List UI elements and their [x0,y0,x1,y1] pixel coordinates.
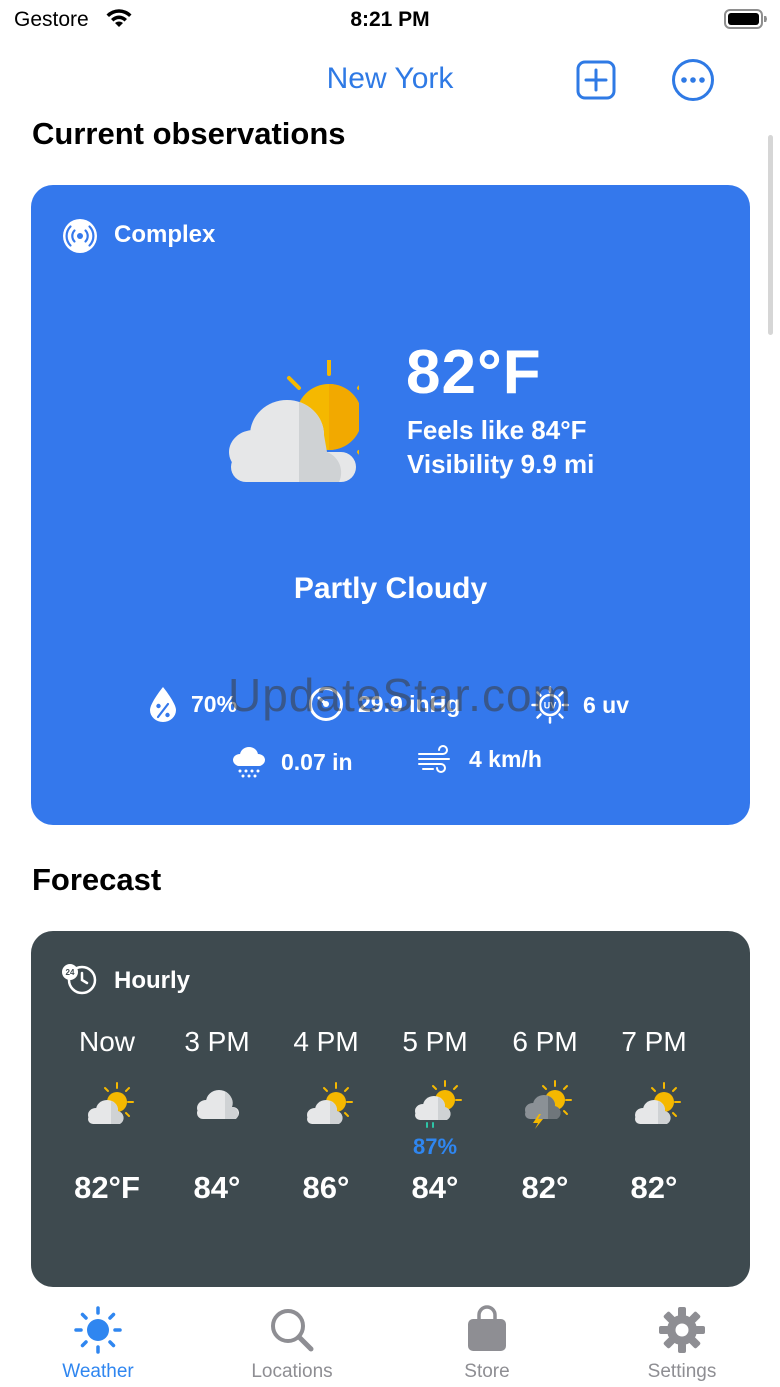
uv-value: 6 uv [583,691,630,718]
scroll-indicator[interactable] [768,135,773,335]
status-time: 8:21 PM [350,8,430,31]
hour-precip-chance [490,1134,600,1160]
hour-column[interactable]: 7 PM 82° [599,1026,709,1206]
partly-cloudy-icon [79,1080,135,1130]
hour-column[interactable]: 3 PM 84° [162,1026,272,1206]
hour-column[interactable]: 6 PM 82° [490,1026,600,1206]
partly-cloudy-icon [229,360,359,482]
hour-temperature: 86° [302,1170,350,1205]
tab-weather-label: Weather [62,1361,134,1382]
bag-icon [468,1305,506,1351]
partly-cloudy-thunder-icon [517,1080,573,1130]
hourly-label: Hourly [114,967,191,994]
tab-store[interactable]: Store [407,1305,567,1383]
hour-precip-chance [52,1134,162,1160]
precipitation-metric: 0.07 in [231,745,353,779]
hour-temperature: 82° [521,1170,569,1205]
visibility: Visibility 9.9 mi [407,449,595,479]
tab-store-label: Store [464,1361,510,1382]
wind-metric: 4 km/h [417,745,542,773]
hour-time: 5 PM [402,1026,468,1057]
hour-precip-chance [599,1134,709,1160]
hour-temperature: 82° [630,1170,678,1205]
pressure-value: 29.9 inHg [358,690,461,717]
partly-cloudy-rain-icon [407,1080,463,1130]
hour-temperature: 84° [411,1170,459,1205]
forecast-title: Forecast [32,862,162,897]
svg-text:UV: UV [544,701,557,711]
rain-cloud-icon [233,747,265,778]
hour-temperature: 82°F [74,1170,140,1205]
wind-value: 4 km/h [469,745,542,772]
current-observations-title: Current observations [32,116,346,151]
hour-column[interactable]: Now 82°F [52,1026,162,1206]
search-icon [271,1309,314,1352]
nav-bar: New York [0,50,780,110]
wind-icon [418,745,450,773]
feels-like: Feels like 84°F [407,415,587,445]
humidity-metric: 70% [149,686,237,722]
tab-settings[interactable]: Settings [602,1305,762,1383]
hour-time: 6 PM [512,1026,578,1057]
hour-precip-chance: 87% [412,1134,458,1159]
hourly-forecast-card[interactable]: 24 Hourly Now 82°F 3 PM 84° 4 PM 86° 5 PM 87% 84… [31,931,750,1287]
partly-cloudy-icon [626,1080,682,1130]
hour-time: 3 PM [184,1026,250,1057]
broadcast-icon [63,219,97,253]
hour-precip-chance [162,1134,272,1160]
pressure-metric: 29.9 inHg [308,686,460,722]
current-temperature: 82°F [406,338,542,407]
tab-locations-label: Locations [251,1361,333,1382]
hour-column[interactable]: 5 PM 87% 84° [380,1026,490,1206]
current-observations-card[interactable]: Complex 82°F Feels like 84°F Visibility … [31,185,750,825]
plus-square-icon[interactable] [576,60,616,100]
hour-temperature: 84° [193,1170,241,1205]
tab-settings-label: Settings [647,1361,717,1382]
tab-bar: Weather Locations Store Settings [0,1297,780,1387]
pressure-gauge-icon [309,687,343,721]
battery-icon [724,9,767,29]
hour-time: 7 PM [621,1026,687,1057]
uv-sun-icon: UV [531,686,569,724]
hour-time: Now [78,1026,135,1057]
cloudy-icon [189,1080,245,1130]
partly-cloudy-icon [298,1080,354,1130]
precipitation-value: 0.07 in [281,748,353,775]
ellipsis-circle-icon[interactable] [671,58,715,102]
source-label: Complex [114,221,216,248]
location-title[interactable]: New York [0,62,780,96]
gear-icon [659,1307,705,1353]
sun-icon [74,1306,122,1354]
humidity-drop-icon [150,687,176,722]
tab-weather[interactable]: Weather [18,1305,178,1383]
history-24-icon: 24 [62,964,97,995]
tab-locations[interactable]: Locations [212,1305,372,1383]
hour-time: 4 PM [293,1026,359,1057]
hour-column[interactable]: 4 PM 86° [271,1026,381,1206]
status-bar: Gestore 8:21 PM [0,0,780,44]
condition-label: Partly Cloudy [293,572,488,605]
svg-text:24: 24 [66,968,75,977]
uv-metric: UV 6 uv [531,686,629,724]
humidity-value: 70% [191,690,238,717]
hour-precip-chance [271,1134,381,1160]
